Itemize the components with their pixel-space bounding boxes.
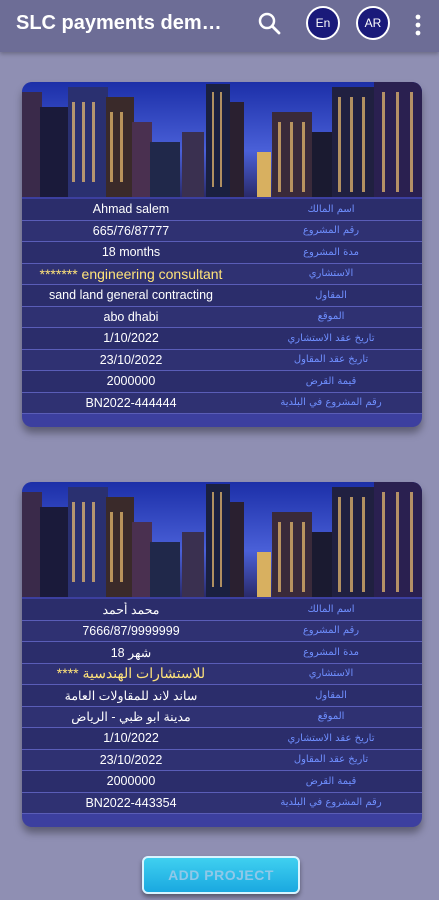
consultant-contract-date-value: 1/10/2022 xyxy=(103,731,159,746)
municipality-number-label: رقم المشروع في البلدية xyxy=(280,797,382,809)
row-loan-value: 2000000 قيمة القرض xyxy=(22,371,422,393)
owner-name-label: اسم المالك xyxy=(307,203,355,215)
consultant-contract-date-value: 1/10/2022 xyxy=(103,331,159,346)
municipality-number-value: BN2022-443354 xyxy=(85,795,177,810)
language-en-button[interactable]: En xyxy=(306,6,340,40)
row-project-duration: 18 شهر مدة المشروع xyxy=(22,642,422,664)
loan-value-label: قيمة القرض xyxy=(305,775,357,787)
consultant-value: **** للاستشارات الهندسية xyxy=(56,665,206,682)
consultant-contract-date-label: تاريخ عقد الاستشاري xyxy=(287,332,375,344)
app-bar: SLC payments dem… En AR xyxy=(0,0,439,52)
row-contractor: ساند لاند للمقاولات العامة المقاول xyxy=(22,685,422,707)
location-label: الموقع xyxy=(317,311,345,323)
row-project-number: 665/76/87777 رقم المشروع xyxy=(22,220,422,242)
location-label: الموقع xyxy=(317,711,345,723)
contractor-label: المقاول xyxy=(315,689,347,701)
loan-value-value: 2000000 xyxy=(106,374,156,389)
row-contractor: sand land general contracting المقاول xyxy=(22,285,422,307)
row-consultant: ******* engineering consultant الاستشاري xyxy=(22,263,422,285)
project-number-label: رقم المشروع xyxy=(302,625,360,637)
contractor-contract-date-label: تاريخ عقد المقاول xyxy=(293,754,369,766)
loan-value-label: قيمة القرض xyxy=(305,375,357,387)
project-duration-label: مدة المشروع xyxy=(303,246,359,258)
row-location: مدينة ابو ظبي - الرياض الموقع xyxy=(22,706,422,728)
contractor-label: المقاول xyxy=(315,289,347,301)
row-consultant: **** للاستشارات الهندسية الاستشاري xyxy=(22,663,422,685)
municipality-number-value: BN2022-444444 xyxy=(85,395,177,410)
owner-name-value: محمد أحمد xyxy=(102,602,160,617)
project-number-label: رقم المشروع xyxy=(302,225,360,237)
row-municipality-number: BN2022-444444 رقم المشروع في البلدية xyxy=(22,392,422,414)
contractor-contract-date-label: تاريخ عقد المقاول xyxy=(293,354,369,366)
project-number-value: 7666/87/9999999 xyxy=(82,623,180,638)
municipality-number-label: رقم المشروع في البلدية xyxy=(280,397,382,409)
row-owner-name: Ahmad salem اسم المالك xyxy=(22,199,422,221)
language-ar-button[interactable]: AR xyxy=(356,6,390,40)
owner-name-value: Ahmad salem xyxy=(92,202,170,217)
contractor-value: ساند لاند للمقاولات العامة xyxy=(64,688,198,703)
project-number-value: 665/76/87777 xyxy=(92,223,170,238)
row-municipality-number: BN2022-443354 رقم المشروع في البلدية xyxy=(22,792,422,814)
row-loan-value: 2000000 قيمة القرض xyxy=(22,771,422,793)
consultant-label: الاستشاري xyxy=(308,668,354,680)
row-consultant-contract-date: 1/10/2022 تاريخ عقد الاستشاري xyxy=(22,728,422,750)
project-card[interactable]: محمد أحمد اسم المالك 7666/87/9999999 رقم… xyxy=(22,482,422,827)
consultant-contract-date-label: تاريخ عقد الاستشاري xyxy=(287,732,375,744)
loan-value-value: 2000000 xyxy=(106,774,156,789)
contractor-contract-date-value: 23/10/2022 xyxy=(99,352,163,367)
add-project-button[interactable]: ADD PROJECT xyxy=(142,856,300,894)
more-vertical-icon[interactable] xyxy=(408,12,428,38)
row-project-duration: 18 months مدة المشروع xyxy=(22,242,422,264)
project-duration-label: مدة المشروع xyxy=(303,646,359,658)
owner-name-label: اسم المالك xyxy=(307,603,355,615)
location-value: مدينة ابو ظبي - الرياض xyxy=(71,710,191,725)
consultant-value: ******* engineering consultant xyxy=(39,265,223,282)
location-value: abo dhabi xyxy=(103,309,159,324)
search-icon[interactable] xyxy=(256,10,284,38)
project-duration-value: 18 months xyxy=(101,245,161,260)
city-skyline-image xyxy=(22,82,422,197)
row-project-number: 7666/87/9999999 رقم المشروع xyxy=(22,620,422,642)
project-duration-value: 18 شهر xyxy=(110,645,152,660)
row-contractor-contract-date: 23/10/2022 تاريخ عقد المقاول xyxy=(22,349,422,371)
city-skyline-image xyxy=(22,482,422,597)
row-consultant-contract-date: 1/10/2022 تاريخ عقد الاستشاري xyxy=(22,328,422,350)
row-owner-name: محمد أحمد اسم المالك xyxy=(22,599,422,621)
contractor-value: sand land general contracting xyxy=(48,288,213,303)
row-location: abo dhabi الموقع xyxy=(22,306,422,328)
project-card[interactable]: Ahmad salem اسم المالك 665/76/87777 رقم … xyxy=(22,82,422,427)
row-contractor-contract-date: 23/10/2022 تاريخ عقد المقاول xyxy=(22,749,422,771)
consultant-label: الاستشاري xyxy=(308,268,354,280)
contractor-contract-date-value: 23/10/2022 xyxy=(99,752,163,767)
app-title: SLC payments dem… xyxy=(16,12,222,34)
